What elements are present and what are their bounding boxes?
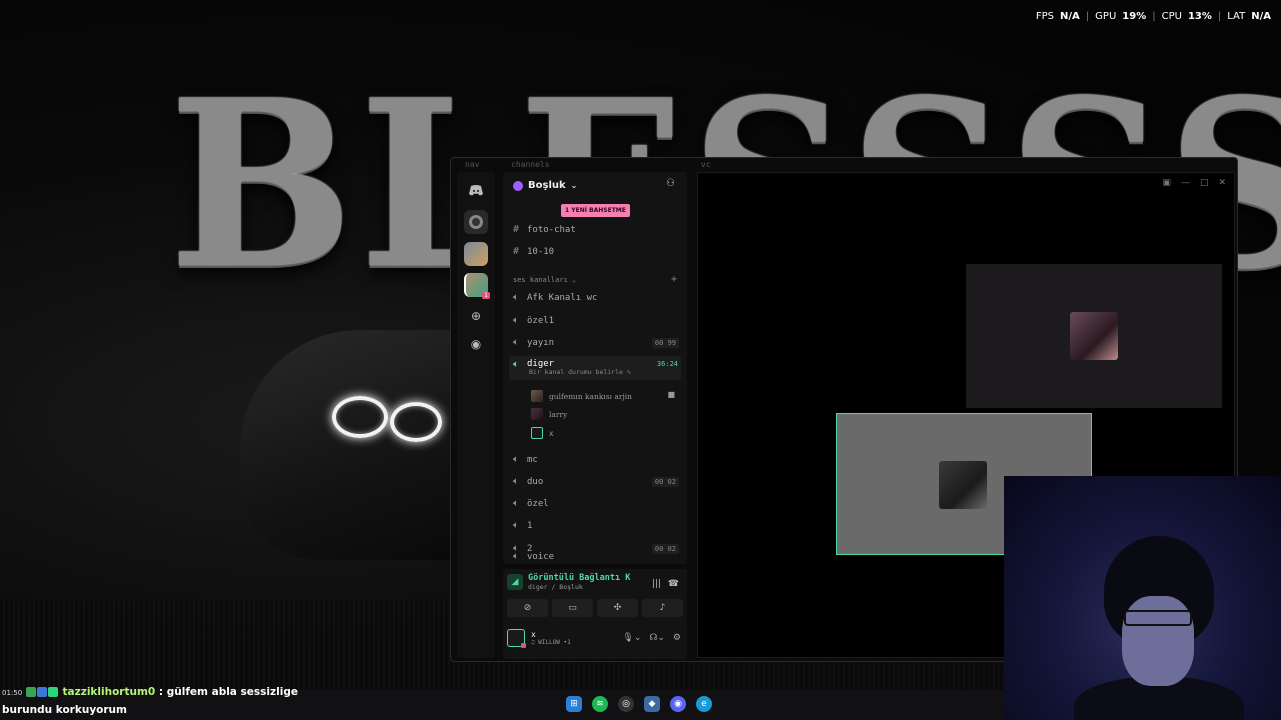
server-icon-1[interactable] [464,210,488,234]
chat-username: tazziklihortum0 [62,686,156,698]
discord-home-icon[interactable] [464,178,488,202]
speaker-icon: 🔈︎ [513,476,519,487]
voice-member[interactable]: x [531,427,554,439]
server-folder-icon[interactable] [464,242,488,266]
vc-label: vc [701,160,711,169]
badge-icon [25,687,36,697]
microphone-icon[interactable]: 🎙︎⌄ [622,633,641,643]
avatar[interactable] [507,629,526,648]
windows-start-icon[interactable]: ⊞ [566,696,582,712]
channel-list: Boşluk ⌄ ⚇ 1 YENİ BAHSETME # foto-chat #1… [503,172,687,564]
soundboard-icon[interactable]: ♪ [642,599,683,617]
badge-icon [47,687,58,697]
voice-channel-mc[interactable]: 🔈︎ mc [513,454,679,465]
invite-people-icon[interactable]: ⚇ [666,178,675,189]
pencil-icon: ✎ [626,368,631,376]
voice-section-header[interactable]: ses kanalları ⌄ + [513,274,677,285]
app-icon[interactable]: ◆ [644,696,660,712]
voice-member[interactable]: larry [531,408,567,420]
voice-channel-afk[interactable]: 🔈︎ Afk Kanalı wc [513,292,679,303]
chat-overlay: 01:50 tazziklihortum0 : gülfem abla sess… [2,686,298,716]
maximize-icon[interactable]: □ [1200,178,1209,188]
user-limit-badge: 00 99 [651,337,679,348]
webcam-overlay [1004,476,1281,720]
perf-lat: LAT N/A [1227,11,1271,22]
server-icon-boşluk[interactable]: 1 [464,273,490,299]
explore-icon[interactable]: ◉ [464,332,488,356]
server-nav: 1 ⊕ ◉ [457,172,495,658]
user-limit-badge: 00 02 [651,543,679,554]
voice-channel-duo[interactable]: 🔈︎ duo 00 02 [513,476,679,487]
headphones-icon[interactable]: ☊⌄ [649,633,665,643]
call-timer: 36:24 [656,360,678,368]
window-controls: ▣ — □ ✕ [1162,178,1226,188]
speaker-icon: 🔈︎ [513,454,519,465]
server-badge: 1 [482,292,490,299]
disconnect-icon[interactable]: ☎ [668,579,679,589]
speaker-icon: 🔈︎ [513,551,519,562]
voice-channel-voice[interactable]: 🔈︎ voice [513,551,554,562]
speaker-icon: 🔈︎ [513,292,519,303]
channel-10-10[interactable]: #10-10 [513,246,679,257]
nav-label: nav [465,160,480,169]
close-icon[interactable]: ✕ [1218,178,1226,188]
avatar [939,461,987,509]
new-mention-pill[interactable]: 1 YENİ BAHSETME [561,204,630,217]
voice-channel-ozel1[interactable]: 🔈︎ özel1 [513,315,679,326]
channels-label: channels [511,160,550,169]
avatar [1070,312,1118,360]
channel-status-placeholder[interactable]: Bir kanal durumu belirle ✎ [529,368,631,376]
glasses [1124,610,1192,626]
voice-controls: ⊘ ▭ ✣ ♪ [507,599,683,617]
headlight-right [390,402,442,442]
voice-member[interactable]: gulfemın kankısı arjin [531,390,632,402]
screen-share-icon[interactable]: ▭ [552,599,593,617]
perf-cpu: CPU 13% [1161,11,1212,22]
speaker-icon: 🔈︎ [513,337,519,348]
voice-channel-ozel[interactable]: 🔈︎ özel [513,498,679,509]
speaker-icon: 🔈︎ [513,359,519,370]
user-limit-badge: 00 02 [651,476,679,487]
camera-icon: ■ [667,390,675,399]
obs-icon[interactable]: ◎ [618,696,634,712]
guild-header[interactable]: Boşluk ⌄ [513,180,577,191]
speaker-icon: 🔈︎ [513,498,519,509]
user-panel: ◢ Görüntülü Bağlantı K diger / Boşluk ||… [503,569,687,659]
add-server-icon[interactable]: ⊕ [464,304,488,328]
badge-icon [36,687,47,697]
hash-icon: # [513,246,520,257]
voice-channel-1[interactable]: 🔈︎ 1 [513,520,679,531]
voice-channel-yayin[interactable]: 🔈︎ yayın 00 99 [513,337,679,348]
perf-gpu: GPU 19% [1095,11,1147,22]
avatar [531,390,543,402]
noise-suppression-icon[interactable]: ||| [652,579,661,589]
camera-off-icon[interactable]: ⊘ [507,599,548,617]
avatar [531,408,543,420]
signal-icon: ◢ [507,574,523,590]
spotify-icon[interactable]: ≋ [592,696,608,712]
video-tile[interactable] [966,264,1222,408]
minimize-icon[interactable]: — [1181,178,1190,188]
voice-connection-status[interactable]: ◢ Görüntülü Bağlantı K diger / Boşluk [507,573,630,591]
stream-frame: BLESSSSSS FPSN/A | GPU19% | CPU13% | LAT… [0,0,1281,720]
guild-icon [513,180,523,191]
discord-icon[interactable]: ◉ [670,696,686,712]
performance-overlay: FPS N/A | GPU 19% | CPU 13% | LAT N/A [1035,11,1271,22]
chevron-down-icon: ⌄ [570,181,578,190]
add-channel-icon[interactable]: + [671,274,677,285]
activities-icon[interactable]: ✣ [597,599,638,617]
speaker-icon: 🔈︎ [513,520,519,531]
edge-icon[interactable]: e [696,696,712,712]
gear-icon[interactable]: ⚙ [673,633,681,643]
headlight-left [332,396,388,438]
avatar [531,427,543,439]
hash-icon: # [513,224,520,235]
current-user: x ♫ WILLOW •1 🎙︎⌄ ☊⌄ ⚙ [507,629,681,648]
perf-fps: FPS N/A [1035,11,1080,22]
voice-channel-diger[interactable]: 🔈︎ diger 36:24 Bir kanal durumu belirle … [509,356,681,380]
popout-icon[interactable]: ▣ [1162,178,1171,188]
speaker-icon: 🔈︎ [513,315,519,326]
channel-foto-chat[interactable]: # foto-chat [513,224,679,235]
